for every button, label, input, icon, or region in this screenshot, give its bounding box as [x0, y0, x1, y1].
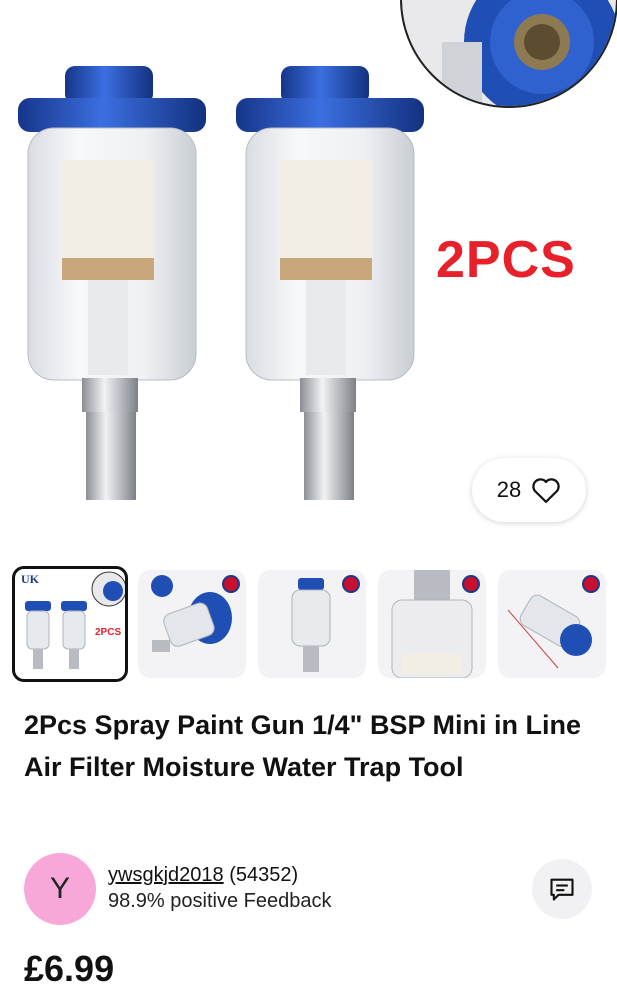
seller-name-row: ywsgkjd2018 (54352) [108, 864, 298, 887]
uk-flag-icon [582, 575, 600, 593]
seller-info: Y ywsgkjd2018 (54352) 98.9% positive Fee… [24, 850, 594, 930]
quantity-badge: 2PCS [436, 231, 576, 289]
watch-button[interactable]: 28 [472, 458, 586, 522]
watch-count: 28 [496, 477, 522, 502]
quantity-label: 2PCS [95, 627, 122, 638]
thumbnail-strip: UK 2PCS [12, 566, 617, 684]
seller-name-link[interactable]: ywsgkjd2018 [108, 864, 224, 886]
thumbnail-1[interactable]: UK 2PCS [12, 566, 128, 682]
listing-title: 2Pcs Spray Paint Gun 1/4" BSP Mini in Li… [24, 710, 581, 782]
seller-avatar[interactable]: Y [24, 853, 96, 925]
message-icon [550, 878, 574, 901]
price: £6.99 [24, 948, 115, 989]
heart-outline-icon [532, 478, 560, 503]
thumbnail-5[interactable] [498, 570, 606, 678]
uk-flag-icon [222, 575, 240, 593]
uk-flag-icon [462, 575, 480, 593]
thumbnail-1-image [25, 571, 125, 669]
thumbnail-2[interactable] [138, 570, 246, 678]
contact-seller-button[interactable] [532, 859, 592, 919]
thumbnail-3[interactable] [258, 570, 366, 678]
seller-feedback: 98.9% positive Feedback [108, 890, 332, 912]
product-image[interactable]: 2PCS 28 [0, 0, 617, 548]
uk-flag-icon [342, 575, 360, 593]
seller-score: (54352) [229, 864, 299, 886]
thumbnail-4[interactable] [378, 570, 486, 678]
